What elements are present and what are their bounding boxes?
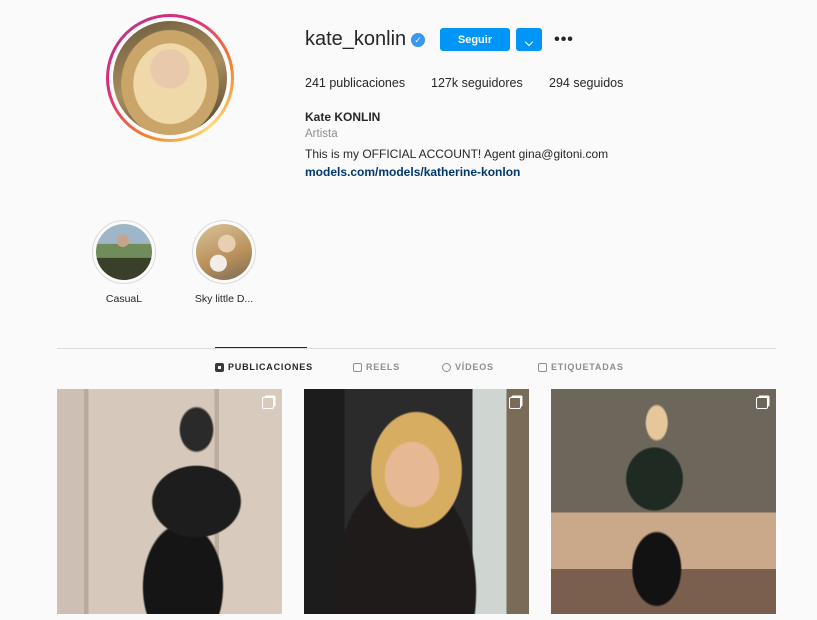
tab-reels[interactable]: REELS <box>353 362 400 372</box>
full-name: Kate KONLIN <box>305 110 381 124</box>
post-thumbnail[interactable] <box>304 389 529 614</box>
highlight-label: CasuaL <box>105 293 143 305</box>
suggested-dropdown-button[interactable] <box>516 28 542 51</box>
video-icon <box>442 362 451 372</box>
carousel-icon <box>756 397 768 409</box>
tab-label: PUBLICACIONES <box>228 362 313 372</box>
tabs-divider <box>57 348 776 349</box>
reels-icon <box>353 362 362 372</box>
verified-badge-icon: ✓ <box>411 33 425 47</box>
chevron-down-icon <box>524 37 534 47</box>
highlight-ring <box>92 220 156 284</box>
post-thumbnail[interactable] <box>551 389 776 614</box>
bio-text: This is my OFFICIAL ACCOUNT! Agent gina@… <box>305 147 609 161</box>
carousel-icon <box>509 397 521 409</box>
tagged-icon <box>538 362 547 372</box>
highlight-cover <box>96 224 152 280</box>
story-highlight[interactable]: CasuaL <box>81 220 167 305</box>
profile-avatar-ring[interactable] <box>106 14 234 142</box>
tab-label: REELS <box>366 362 401 372</box>
posts-count: 241 publicaciones <box>305 76 406 90</box>
highlight-ring <box>192 220 256 284</box>
following-count[interactable]: 294 seguidos <box>549 76 623 90</box>
tab-videos[interactable]: VÍDEOS <box>442 362 494 372</box>
tab-posts[interactable]: PUBLICACIONES <box>215 362 313 372</box>
story-highlight[interactable]: Sky little D... <box>181 220 267 305</box>
carousel-icon <box>262 397 274 409</box>
category-label: Artista <box>305 128 338 140</box>
highlight-label: Sky little D... <box>194 293 254 305</box>
more-options-button[interactable]: ••• <box>553 28 575 51</box>
follow-button[interactable]: Seguir <box>440 28 510 51</box>
username: kate_konlin <box>305 28 407 50</box>
tab-tagged[interactable]: ETIQUETADAS <box>538 362 624 372</box>
grid-icon <box>215 362 224 372</box>
avatar-frame <box>109 17 231 139</box>
followers-count[interactable]: 127k seguidores <box>431 76 523 90</box>
website-link[interactable]: models.com/models/katherine-konlon <box>305 165 520 179</box>
tab-label: VÍDEOS <box>455 362 494 372</box>
post-thumbnail[interactable] <box>57 389 282 614</box>
highlight-cover <box>196 224 252 280</box>
active-tab-indicator <box>215 347 307 348</box>
avatar[interactable] <box>113 21 227 135</box>
tab-label: ETIQUETADAS <box>551 362 624 372</box>
